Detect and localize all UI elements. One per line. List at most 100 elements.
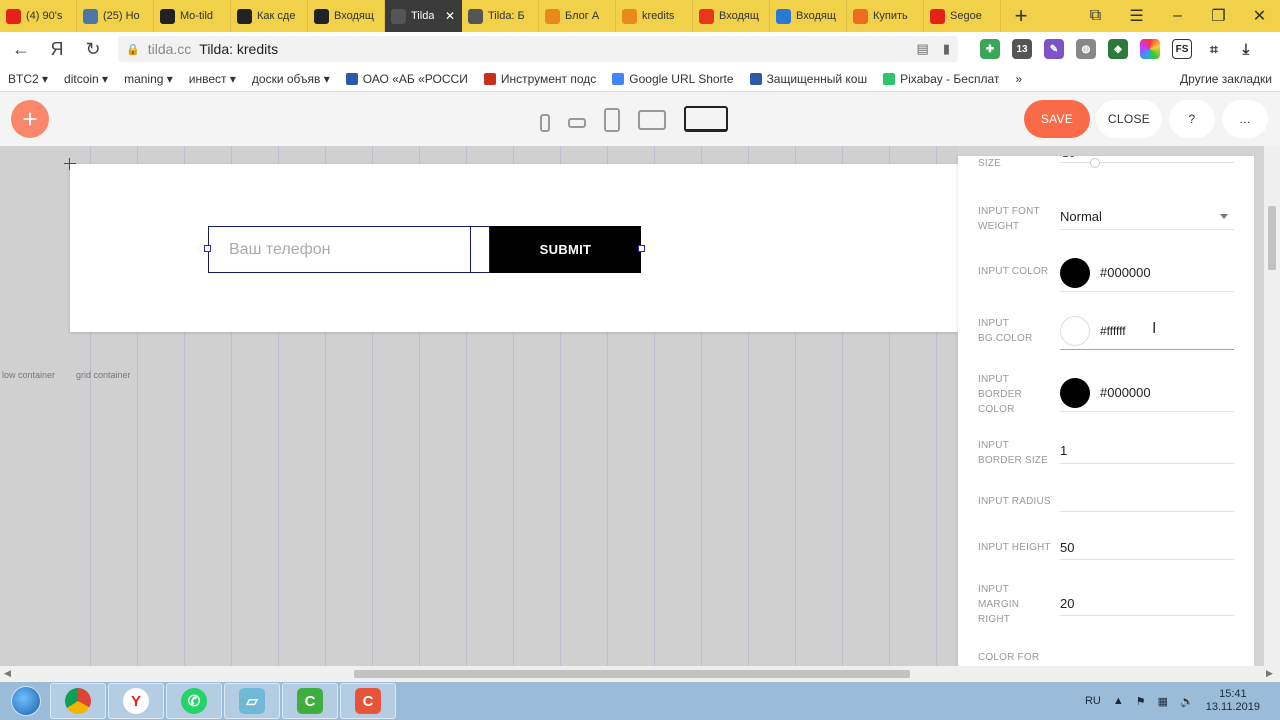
- browser-tab[interactable]: Как сде: [231, 0, 308, 32]
- extension-shield-icon[interactable]: ◈: [1108, 39, 1128, 59]
- extension-puzzle-icon[interactable]: ✚: [980, 39, 1000, 59]
- help-button[interactable]: ?: [1169, 100, 1215, 138]
- restore-button[interactable]: ❐: [1198, 6, 1239, 26]
- form-phone-input[interactable]: Ваш телефон: [208, 226, 471, 273]
- input-height-field[interactable]: 50: [1060, 536, 1234, 560]
- bookmark-item[interactable]: maning ▾: [124, 72, 173, 86]
- yandex-icon[interactable]: Я: [46, 39, 68, 60]
- input-color-swatch[interactable]: [1060, 257, 1090, 288]
- window-container-label: low container: [2, 370, 56, 380]
- browser-tab[interactable]: Входящ: [693, 0, 770, 32]
- browser-tab[interactable]: Купить: [847, 0, 924, 32]
- input-border-color-swatch[interactable]: [1060, 377, 1090, 408]
- device-phone-portrait-icon[interactable]: [540, 114, 550, 132]
- bookmarks-bar: BTC2 ▾ ditcoin ▾ maning ▾ инвест ▾ доски объ…: [0, 66, 1280, 92]
- device-desktop-icon[interactable]: [684, 106, 728, 132]
- browser-tab[interactable]: (25) Но: [77, 0, 154, 32]
- browser-tab[interactable]: Tilda ✕: [385, 0, 462, 32]
- download-icon[interactable]: ⤓: [1236, 39, 1256, 59]
- bookmark-item[interactable]: Защищенный кош: [749, 72, 867, 86]
- reader-mode-icon[interactable]: ▤: [917, 41, 929, 57]
- url-field[interactable]: 🔒 tilda.cc Tilda: kredits ▤ ▮: [118, 36, 958, 62]
- resize-handle-left[interactable]: [204, 245, 211, 252]
- form-submit-button[interactable]: SUBMIT: [490, 226, 641, 273]
- extension-calendar-icon[interactable]: 13: [1012, 39, 1032, 59]
- browser-tab[interactable]: (4) 90's: [0, 0, 77, 32]
- bookmark-icon[interactable]: ▮: [943, 41, 950, 57]
- extension-fs-icon[interactable]: FS: [1172, 39, 1192, 59]
- save-button[interactable]: SAVE: [1024, 100, 1090, 138]
- taskbar-camtasia-recorder[interactable]: C: [282, 683, 338, 719]
- browser-tab[interactable]: kredits: [616, 0, 693, 32]
- close-window-button[interactable]: ✕: [1239, 6, 1280, 26]
- taskbar-yandex-browser[interactable]: Y: [108, 683, 164, 719]
- browser-tab[interactable]: Mo-tild: [154, 0, 231, 32]
- taskbar-camtasia-editor[interactable]: C: [340, 683, 396, 719]
- bookmark-item[interactable]: Pixabay - Бесплат: [883, 72, 999, 86]
- input-radius-row: INPUT RADIUS: [978, 494, 1234, 516]
- vertical-scroll-thumb[interactable]: [1268, 206, 1276, 270]
- input-bg-color-swatch[interactable]: [1060, 315, 1090, 346]
- taskbar-whatsapp[interactable]: ✆: [166, 683, 222, 719]
- bookmark-item[interactable]: Инструмент подс: [483, 72, 596, 86]
- extension-pen-icon[interactable]: ✎: [1044, 39, 1064, 59]
- input-bg-color-label: INPUT BG.COLOR: [978, 318, 1033, 344]
- device-tablet-landscape-icon[interactable]: [638, 110, 666, 130]
- resize-handle-right[interactable]: [638, 245, 645, 252]
- vertical-scrollbar[interactable]: [1264, 146, 1280, 666]
- device-tablet-portrait-icon[interactable]: [604, 108, 620, 132]
- back-arrow-icon[interactable]: ←: [10, 39, 32, 60]
- browser-tab[interactable]: Входящ: [770, 0, 847, 32]
- bookmark-item[interactable]: ditcoin ▾: [64, 72, 108, 86]
- browser-tab[interactable]: Блог А: [539, 0, 616, 32]
- browser-tab[interactable]: Tilda: Б: [462, 0, 539, 32]
- clock[interactable]: 15:41 13.11.2019: [1206, 688, 1260, 714]
- bookmark-favicon-icon: [612, 72, 625, 85]
- horizontal-scroll-thumb[interactable]: [354, 670, 910, 678]
- reload-icon[interactable]: ↻: [82, 39, 104, 60]
- scroll-left-arrow-icon[interactable]: ◀: [4, 668, 11, 679]
- taskbar-notepad[interactable]: ▱: [224, 683, 280, 719]
- font-weight-select[interactable]: Normal: [1060, 204, 1234, 230]
- new-tab-button[interactable]: +: [1001, 0, 1041, 32]
- input-radius-field[interactable]: [1060, 494, 1234, 512]
- tray-flag-icon[interactable]: ⚑: [1136, 695, 1146, 708]
- language-indicator[interactable]: RU: [1085, 695, 1101, 707]
- input-margin-right-field[interactable]: 20: [1060, 592, 1234, 616]
- scroll-right-arrow-icon[interactable]: ▶: [1266, 668, 1273, 679]
- input-border-color-field[interactable]: #000000: [1060, 374, 1234, 412]
- device-phone-landscape-icon[interactable]: [568, 118, 586, 128]
- add-element-button[interactable]: +: [11, 100, 49, 138]
- bookmark-item[interactable]: »: [1015, 72, 1022, 86]
- bookmark-item[interactable]: доски объяв ▾: [252, 72, 330, 86]
- more-button[interactable]: ...: [1222, 100, 1268, 138]
- taskbar-chrome[interactable]: [50, 683, 106, 719]
- input-color-field[interactable]: #000000: [1060, 254, 1234, 292]
- input-bg-color-field[interactable]: #ffffff: [1060, 312, 1234, 350]
- tray-up-arrow-icon[interactable]: ▲: [1113, 695, 1124, 707]
- kraken-icon: [314, 8, 329, 24]
- tray-network-icon[interactable]: ▦: [1158, 695, 1168, 708]
- extension-color-wheel-icon[interactable]: [1140, 39, 1160, 59]
- collections-icon[interactable]: ⧉: [1075, 7, 1116, 25]
- close-tab-icon[interactable]: ✕: [445, 9, 455, 23]
- bookmark-item[interactable]: Google URL Shorte: [612, 72, 734, 86]
- bookmark-item[interactable]: BTC2 ▾: [8, 72, 48, 86]
- editor-canvas[interactable]: Ваш телефон SUBMIT low container grid co…: [0, 146, 958, 666]
- horizontal-scrollbar[interactable]: ◀ ▶: [0, 666, 1280, 682]
- bookmark-item[interactable]: ОАО «АБ «РОССИ: [345, 72, 468, 86]
- bookmark-item[interactable]: инвест ▾: [189, 72, 236, 86]
- extension-globe-icon[interactable]: ◍: [1076, 39, 1096, 59]
- start-button[interactable]: [4, 683, 48, 719]
- browser-tab[interactable]: Входящ: [308, 0, 385, 32]
- size-slider-track: [1060, 162, 1234, 163]
- other-bookmarks[interactable]: Другие закладки: [1180, 72, 1272, 86]
- minimize-button[interactable]: –: [1157, 7, 1198, 25]
- close-button[interactable]: CLOSE: [1096, 100, 1162, 138]
- size-slider-handle[interactable]: [1090, 158, 1100, 168]
- input-border-size-field[interactable]: 1: [1060, 438, 1234, 464]
- translate-icon[interactable]: ⌗: [1204, 39, 1224, 59]
- browser-tab[interactable]: Segoe: [924, 0, 1001, 32]
- tray-volume-icon[interactable]: 🔊: [1180, 695, 1194, 708]
- menu-icon[interactable]: ☰: [1116, 6, 1157, 26]
